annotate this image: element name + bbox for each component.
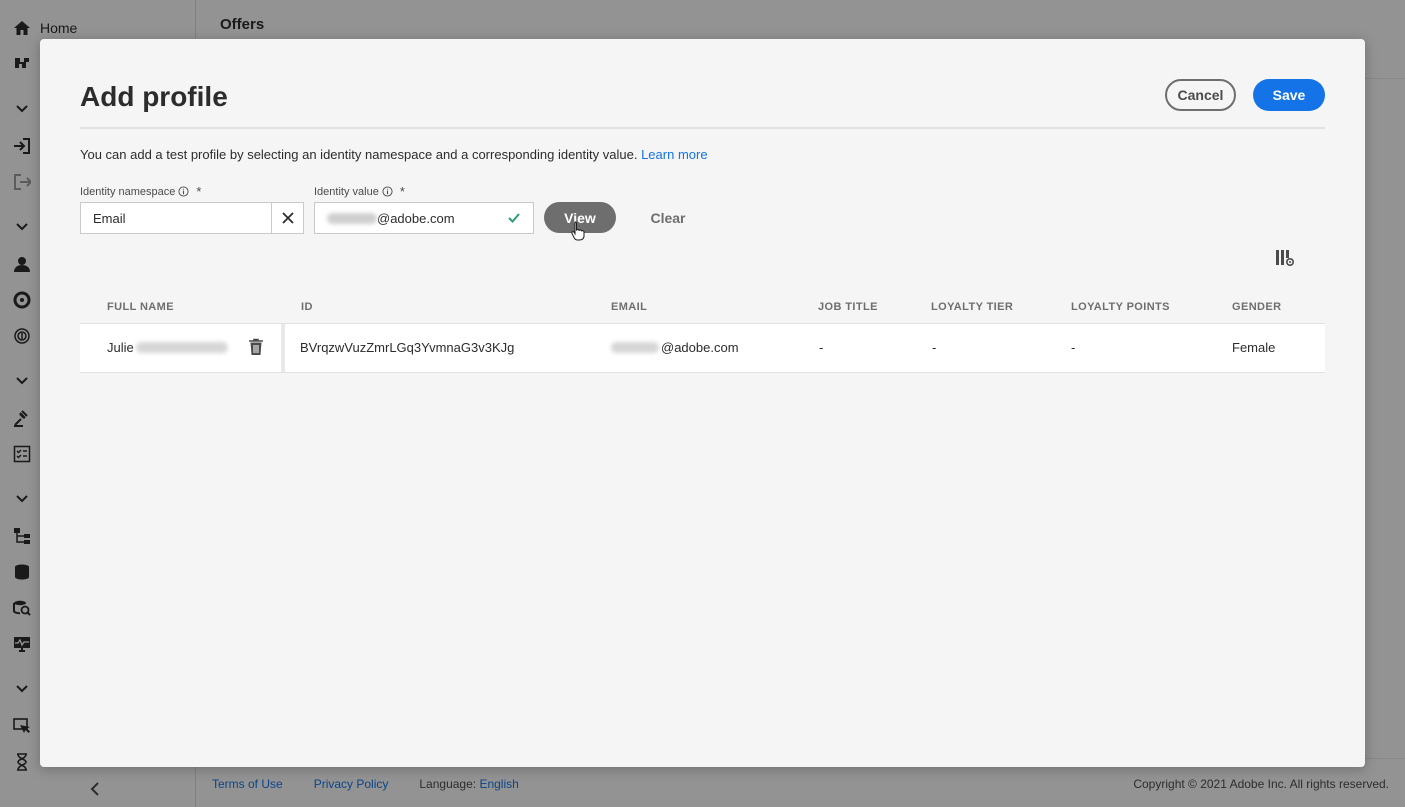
identity-value-input[interactable] (377, 210, 507, 226)
dialog-title: Add profile (80, 81, 228, 112)
delete-icon[interactable] (248, 338, 264, 356)
column-header[interactable]: JOB TITLE (818, 301, 878, 313)
identity-namespace-combobox (80, 202, 304, 234)
job-title-cell: - (819, 340, 824, 355)
full-name-cell: Julie (107, 340, 228, 355)
redacted-text (611, 342, 659, 353)
redacted-text (327, 212, 377, 224)
identity-value-label-text: Identity value (314, 185, 379, 198)
column-header[interactable]: GENDER (1232, 301, 1281, 313)
loyalty-tier-cell: - (932, 340, 937, 355)
table-header: FULL NAME ID EMAIL JOB TITLE LOYALTY TIE… (80, 293, 1325, 323)
close-icon (281, 212, 294, 224)
info-icon[interactable] (178, 186, 189, 197)
namespace-label-text: Identity namespace (80, 185, 176, 198)
identity-namespace-input[interactable] (81, 203, 271, 233)
clear-namespace-button[interactable] (271, 203, 303, 233)
table-row[interactable]: Julie BVrqzwVuzZmrLGq3YvmnaG3v3KJg @adob… (80, 323, 1325, 373)
column-header[interactable]: LOYALTY POINTS (1071, 301, 1170, 313)
info-icon[interactable] (382, 186, 393, 197)
required-indicator: * (399, 184, 405, 199)
loyalty-points-cell: - (1071, 340, 1076, 355)
description-text: You can add a test profile by selecting … (80, 147, 638, 162)
divider (80, 127, 1325, 129)
full-name-text: Julie (107, 340, 134, 355)
save-button[interactable]: Save (1253, 79, 1325, 111)
identity-value-field (314, 202, 534, 234)
profiles-table: FULL NAME ID EMAIL JOB TITLE LOYALTY TIE… (80, 293, 1325, 373)
column-header[interactable]: LOYALTY TIER (931, 301, 1013, 313)
column-header[interactable]: FULL NAME (107, 301, 174, 313)
required-indicator: * (196, 184, 202, 199)
email-text: @adobe.com (661, 340, 739, 355)
column-header[interactable]: EMAIL (611, 301, 647, 313)
clear-button[interactable]: Clear (640, 202, 696, 233)
email-cell: @adobe.com (611, 340, 739, 355)
pointer-cursor-icon (571, 221, 585, 241)
namespace-label: Identity namespace * (80, 184, 201, 199)
add-profile-dialog: Add profile Cancel Save You can add a te… (40, 39, 1365, 767)
column-divider (281, 324, 285, 372)
identity-value-label: Identity value * (314, 184, 405, 199)
checkmark-icon (508, 213, 520, 223)
redacted-text (135, 342, 228, 353)
dialog-description: You can add a test profile by selecting … (80, 147, 708, 162)
id-cell: BVrqzwVuzZmrLGq3YvmnaG3v3KJg (300, 340, 515, 355)
learn-more-link[interactable]: Learn more (641, 147, 707, 162)
column-header[interactable]: ID (301, 301, 313, 313)
column-settings-icon[interactable] (1275, 248, 1295, 268)
cancel-button[interactable]: Cancel (1165, 79, 1236, 111)
gender-cell: Female (1232, 340, 1276, 355)
